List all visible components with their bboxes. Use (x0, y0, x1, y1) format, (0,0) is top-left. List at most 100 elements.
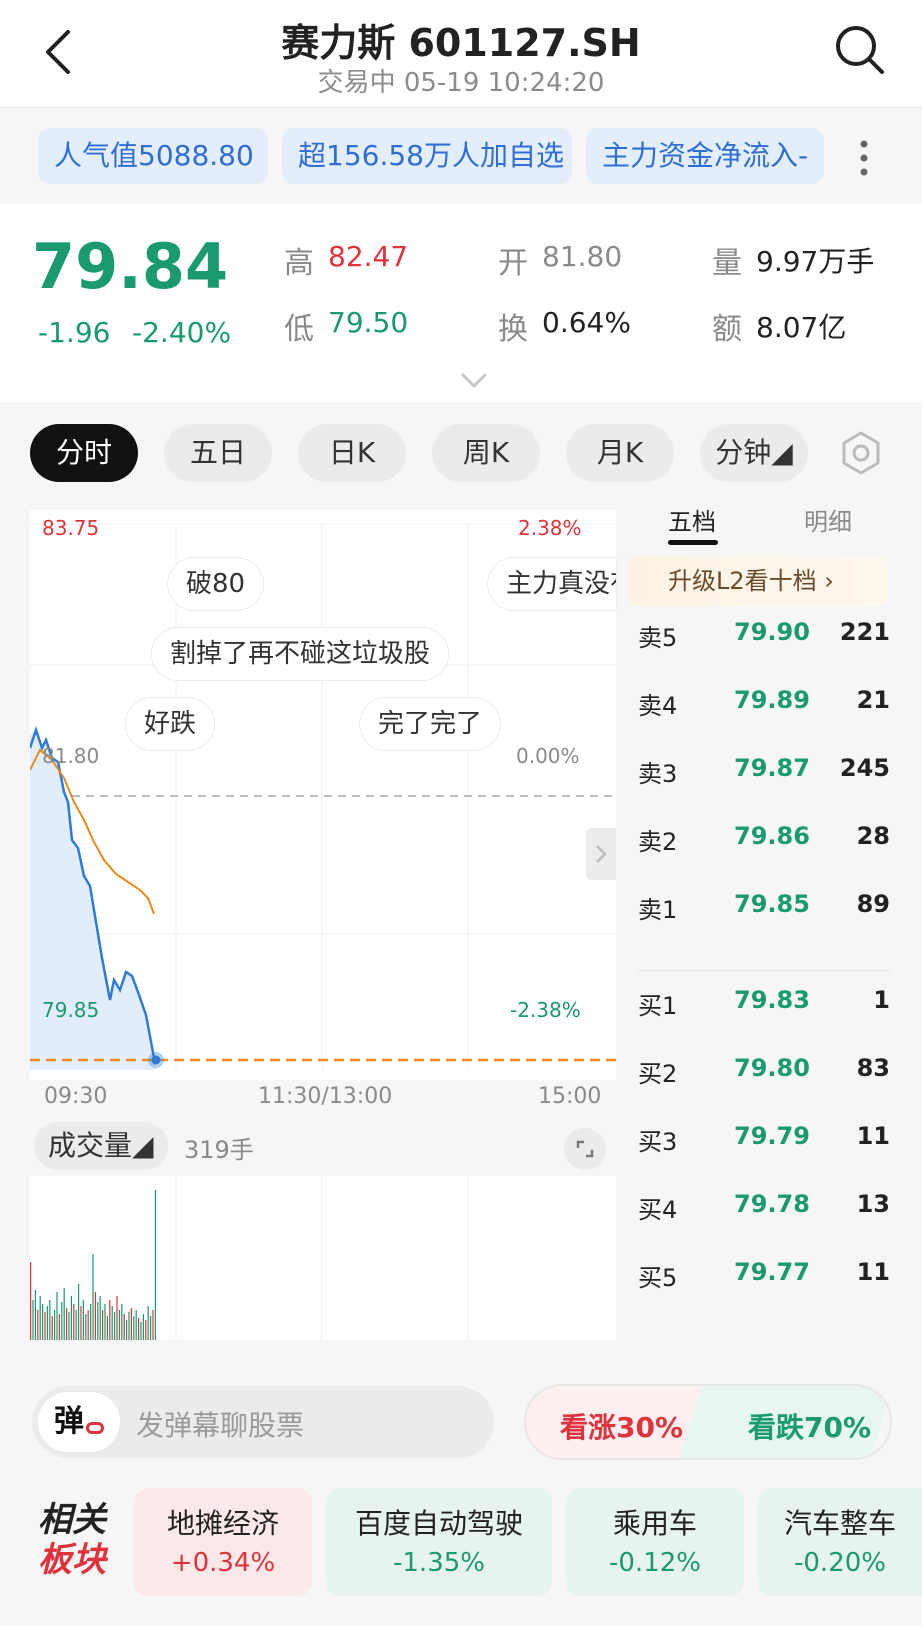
danmaku-bubble: 完了完了 (360, 698, 501, 750)
sector-name: 百度自动驾驶 (354, 1507, 523, 1540)
volume-bar (85, 1314, 87, 1340)
volume-bar (37, 1310, 39, 1340)
chevron-down-icon[interactable] (460, 372, 488, 390)
low-label: 低 (284, 312, 314, 347)
volume-bar (130, 1308, 132, 1340)
volume-bar (63, 1288, 65, 1340)
ask-row-2: 卖2 79.86 28 (638, 822, 890, 862)
danmaku-bubble: 割掉了再不碰这垃圾股 (152, 628, 449, 680)
bullish-label[interactable]: 看涨30% (560, 1406, 683, 1446)
volume-chart (30, 1176, 616, 1340)
current-point (151, 1055, 161, 1065)
period-tabs: 分时 五日 日K 周K 月K 分钟◢ (0, 402, 922, 502)
time-end: 15:00 (538, 1084, 602, 1109)
ask-volume: 28 (856, 822, 890, 850)
sector-card[interactable]: 地摊经济 +0.34% (134, 1488, 312, 1596)
tab-underline (668, 540, 718, 545)
open-value: 81.80 (542, 240, 623, 273)
ask-row-5: 卖5 79.90 221 (638, 618, 890, 658)
volume-bar (126, 1320, 128, 1340)
chart-bottom-percent: -2.38% (510, 998, 581, 1022)
bid-price: 79.77 (734, 1258, 810, 1286)
related-title-line1: 相关 (38, 1500, 106, 1540)
header-bar: 赛力斯 601127.SH 交易中 05-19 10:24:20 (0, 0, 922, 108)
ask-price: 79.85 (734, 890, 810, 918)
bid-row-2: 买2 79.80 83 (638, 1054, 890, 1094)
volume-bar (138, 1318, 140, 1340)
expand-icon[interactable] (564, 1128, 606, 1170)
volume-bar (142, 1314, 144, 1340)
intraday-chart[interactable]: 83.75 2.38% 81.80 0.00% 79.85 -2.38% 破80… (30, 510, 616, 1080)
search-icon[interactable] (832, 22, 888, 78)
main-fund-flow-tag[interactable]: 主力资金净流入- (586, 128, 824, 184)
tab-five-day[interactable]: 五日 (164, 424, 272, 482)
volume-bar (61, 1302, 63, 1340)
volume-bar (32, 1300, 34, 1340)
bid-label: 买4 (638, 1196, 678, 1224)
quote-panel: 79.84 -1.96 -2.40% 高 82.47 低 79.50 开 81.… (0, 204, 922, 402)
danmaku-bubble: 主力真没有 (488, 558, 616, 610)
tab-five-level[interactable]: 五档 (668, 502, 716, 537)
price-change: -1.96 (38, 316, 111, 349)
volume-bar (39, 1296, 41, 1340)
volume-bar (118, 1310, 120, 1340)
chevron-right-icon[interactable] (586, 828, 616, 880)
ask-price: 79.89 (734, 686, 810, 714)
bid-label: 买5 (638, 1264, 678, 1292)
danmaku-toggle-icon[interactable]: 弹 (38, 1392, 120, 1452)
ask-price: 79.90 (734, 618, 810, 646)
tab-weekly-k[interactable]: 周K (432, 424, 540, 482)
ask-volume: 221 (839, 618, 890, 646)
volume-bar (154, 1190, 156, 1340)
ask-label: 卖4 (638, 692, 678, 720)
volume-bar (34, 1290, 36, 1340)
ask-label: 卖1 (638, 896, 678, 924)
sector-name: 汽车整车 (783, 1507, 896, 1540)
volume-bar (99, 1296, 101, 1340)
volume-bar (49, 1300, 51, 1340)
danmaku-input[interactable]: 弹 发弹幕聊股票 (32, 1386, 494, 1458)
volume-bar (145, 1320, 147, 1340)
ask-row-4: 卖4 79.89 21 (638, 686, 890, 726)
tab-intraday[interactable]: 分时 (30, 424, 138, 482)
sector-card[interactable]: 百度自动驾驶 -1.35% (326, 1488, 552, 1596)
volume-current-value: 319手 (184, 1136, 254, 1164)
bid-row-1: 买1 79.83 1 (638, 986, 890, 1026)
danmaku-bubble: 破80 (168, 558, 264, 610)
volume-bar (44, 1312, 46, 1340)
sector-name: 地摊经济 (166, 1507, 279, 1540)
volume-bar (82, 1300, 84, 1340)
volume-bar (58, 1314, 60, 1340)
watchlist-count-tag[interactable]: 超156.58万人加自选 (282, 128, 572, 184)
gear-icon[interactable] (838, 430, 884, 476)
amount-label: 额 (712, 312, 742, 347)
upgrade-l2-button[interactable]: 升级L2看十档 › (628, 556, 888, 606)
bid-volume: 13 (856, 1190, 890, 1218)
volume-bar (114, 1312, 116, 1340)
volume-bar (92, 1254, 94, 1340)
sentiment-vote: 看涨30% 看跌70% (524, 1384, 892, 1460)
volume-bar (109, 1300, 111, 1340)
ask-row-1: 卖1 79.85 89 (638, 890, 890, 930)
bid-label: 买3 (638, 1128, 678, 1156)
bearish-label[interactable]: 看跌70% (748, 1406, 871, 1446)
volume-bar (106, 1316, 108, 1340)
volume-bar (150, 1316, 152, 1340)
chart-top-percent: 2.38% (518, 516, 582, 540)
popularity-tag[interactable]: 人气值5088.80 (38, 128, 268, 184)
volume-bar (51, 1316, 53, 1340)
tab-monthly-k[interactable]: 月K (566, 424, 674, 482)
volume-indicator-dropdown[interactable]: 成交量◢ (34, 1122, 168, 1170)
turnover-value: 0.64% (542, 306, 631, 339)
sector-card[interactable]: 乘用车 -0.12% (566, 1488, 744, 1596)
sector-change: +0.34% (170, 1548, 276, 1578)
volume-bar (140, 1322, 142, 1340)
sector-card[interactable]: 汽车整车 -0.20% (758, 1488, 922, 1596)
tab-minute[interactable]: 分钟◢ (700, 424, 808, 482)
tab-daily-k[interactable]: 日K (298, 424, 406, 482)
bid-label: 买2 (638, 1060, 678, 1088)
ask-label: 卖2 (638, 828, 678, 856)
tab-trade-detail[interactable]: 明细 (804, 502, 852, 537)
more-icon[interactable] (856, 138, 872, 178)
sector-change: -0.20% (794, 1548, 886, 1578)
